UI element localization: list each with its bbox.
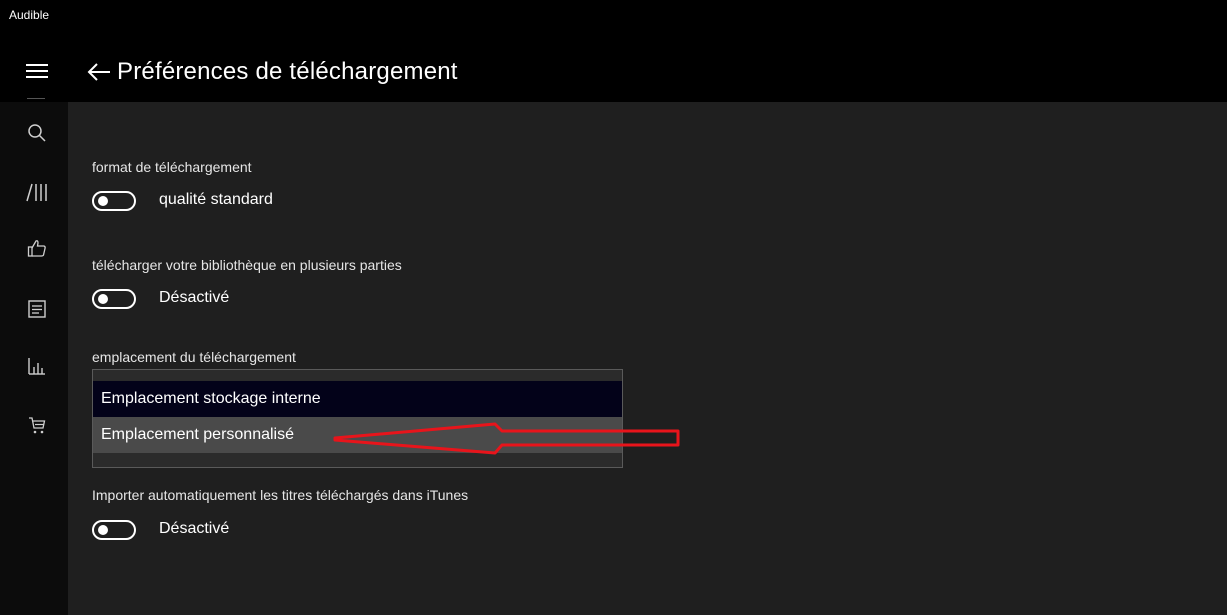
download-location-label: emplacement du téléchargement xyxy=(92,349,296,365)
back-arrow-icon[interactable] xyxy=(84,56,112,88)
stats-icon[interactable] xyxy=(26,355,48,377)
dropdown-option-custom-location[interactable]: Emplacement personnalisé xyxy=(93,417,622,453)
window-titlebar: Audible xyxy=(0,0,1227,42)
library-icon[interactable] xyxy=(26,181,48,203)
hamburger-menu-icon[interactable] xyxy=(26,64,48,82)
toggle-knob xyxy=(98,196,108,206)
toggle-knob xyxy=(98,525,108,535)
multipart-toggle[interactable] xyxy=(92,289,136,309)
sidebar-divider xyxy=(27,98,45,99)
itunes-import-label: Importer automatiquement les titres télé… xyxy=(92,487,469,503)
thumbs-up-icon[interactable] xyxy=(26,237,48,259)
itunes-import-value: Désactivé xyxy=(159,520,230,537)
toggle-knob xyxy=(98,294,108,304)
dropdown-option-internal-storage[interactable]: Emplacement stockage interne xyxy=(93,381,622,417)
download-format-value: qualité standard xyxy=(159,191,273,208)
download-location-dropdown[interactable]: Emplacement stockage interne Emplacement… xyxy=(92,369,623,468)
search-icon[interactable] xyxy=(26,122,48,144)
download-format-toggle[interactable] xyxy=(92,191,136,211)
download-format-label: format de téléchargement xyxy=(92,159,252,175)
settings-content: format de téléchargement qualité standar… xyxy=(68,102,1227,615)
cart-icon[interactable] xyxy=(26,414,48,436)
multipart-value: Désactivé xyxy=(159,289,230,306)
list-icon[interactable] xyxy=(26,298,48,320)
sidebar xyxy=(0,98,68,615)
itunes-import-toggle[interactable] xyxy=(92,520,136,540)
page-title: Préférences de téléchargement xyxy=(117,58,458,85)
multipart-label: télécharger votre bibliothèque en plusie… xyxy=(92,257,402,273)
app-title: Audible xyxy=(9,8,50,22)
page-header: Préférences de téléchargement xyxy=(0,42,1227,102)
